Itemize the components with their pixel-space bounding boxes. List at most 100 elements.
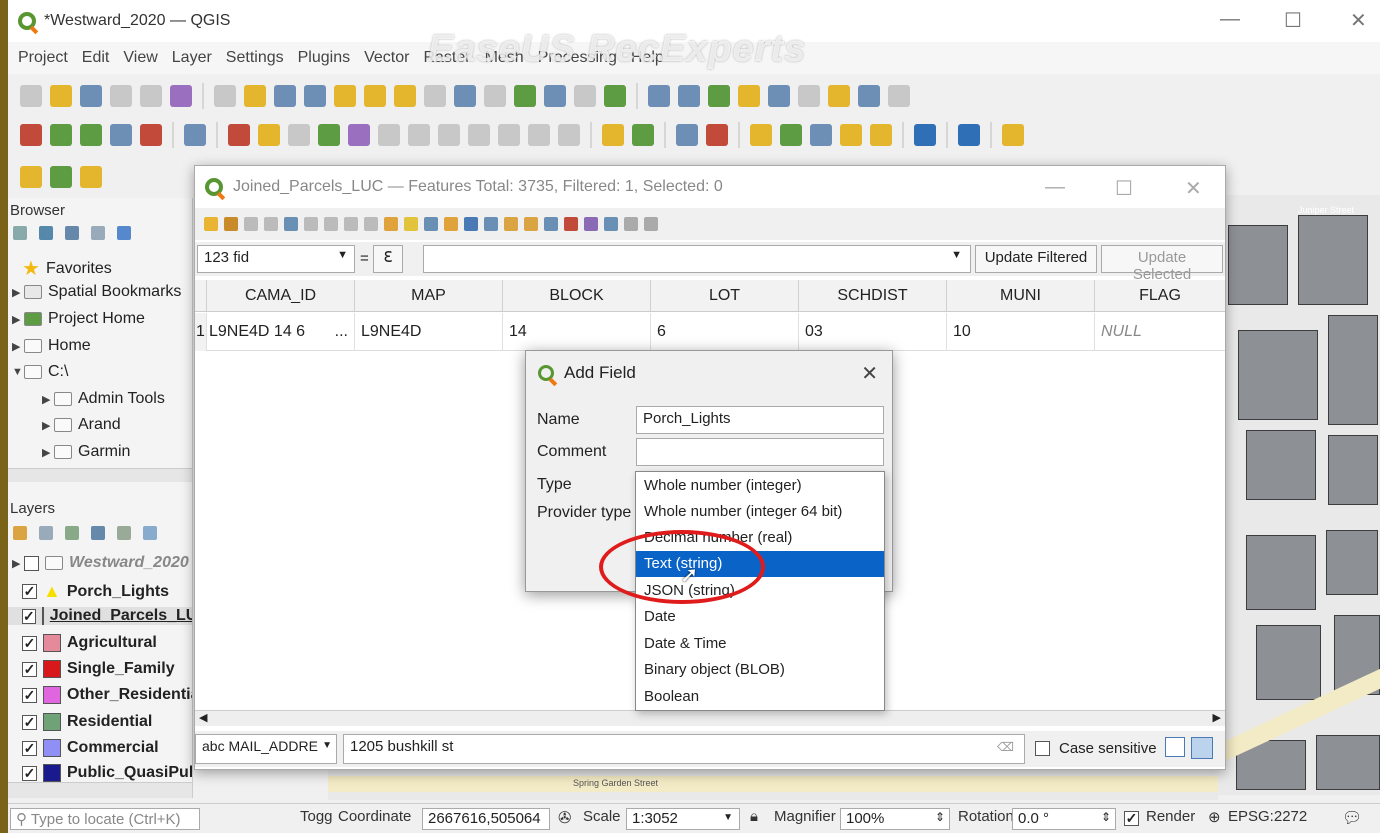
minimize-icon[interactable]: — bbox=[1045, 176, 1065, 199]
mouse-coordinate-icon[interactable]: ✇ bbox=[558, 808, 571, 828]
toggle-editing-icon[interactable] bbox=[204, 217, 218, 231]
select-by-value-icon[interactable] bbox=[50, 166, 72, 188]
change-label-icon[interactable] bbox=[810, 124, 832, 146]
pan-to-selection-icon[interactable] bbox=[244, 85, 266, 107]
type-option-datetime[interactable]: Date & Time bbox=[636, 631, 884, 657]
layer-checkbox[interactable]: ✓ bbox=[22, 608, 36, 624]
browser-item-home[interactable]: ▶ Home bbox=[12, 337, 91, 355]
field-calculator-icon[interactable] bbox=[708, 85, 730, 107]
maximize-icon[interactable]: ☐ bbox=[1284, 8, 1302, 33]
deselect-icon[interactable] bbox=[80, 166, 102, 188]
select-features-icon[interactable] bbox=[858, 85, 880, 107]
show-hide-labels-icon[interactable] bbox=[706, 124, 728, 146]
move-selection-top-icon[interactable] bbox=[484, 217, 498, 231]
style-manager-icon[interactable] bbox=[170, 85, 192, 107]
help-icon[interactable] bbox=[958, 124, 980, 146]
close-icon[interactable]: ✕ bbox=[1185, 176, 1202, 201]
table-cell[interactable]: 6 bbox=[651, 313, 799, 351]
browser-item-garmin[interactable]: ▶ Garmin bbox=[42, 443, 130, 461]
menu-plugins[interactable]: Plugins bbox=[298, 49, 350, 67]
copy-features-icon[interactable] bbox=[468, 124, 490, 146]
menu-edit[interactable]: Edit bbox=[82, 49, 110, 67]
expand-arrow-icon[interactable]: ▶ bbox=[12, 340, 24, 353]
filter-value-input[interactable]: 1205 bushkill st ⌫ bbox=[343, 734, 1025, 764]
expand-arrow-icon[interactable]: ▶ bbox=[42, 446, 54, 459]
open-attribute-table-icon[interactable] bbox=[678, 85, 700, 107]
layer-checkbox[interactable]: ✓ bbox=[22, 765, 37, 781]
close-icon[interactable]: ✕ bbox=[1350, 8, 1367, 33]
processing-toolbox-icon[interactable] bbox=[738, 85, 760, 107]
collapse-all-icon[interactable] bbox=[91, 226, 105, 240]
layer-public-quasipublic[interactable]: ✓ Public_QuasiPublic bbox=[22, 764, 192, 782]
menu-view[interactable]: View bbox=[123, 49, 157, 67]
locator-search-input[interactable]: ⚲ Type to locate (Ctrl+K) bbox=[10, 808, 200, 830]
new-3d-view-icon[interactable] bbox=[544, 85, 566, 107]
temporal-controller-icon[interactable] bbox=[574, 85, 596, 107]
new-print-layout-icon[interactable] bbox=[110, 85, 132, 107]
open-project-icon[interactable] bbox=[50, 85, 72, 107]
scroll-right-icon[interactable]: ▶ bbox=[1213, 711, 1221, 724]
actions-icon[interactable] bbox=[644, 217, 658, 231]
add-feature-icon[interactable] bbox=[318, 124, 340, 146]
table-cell[interactable]: L9NE4D 14 6 ... bbox=[207, 313, 355, 351]
pan-icon[interactable] bbox=[214, 85, 236, 107]
type-option-integer[interactable]: Whole number (integer) bbox=[636, 473, 884, 499]
layers-hscrollbar[interactable] bbox=[8, 782, 192, 798]
browser-item-favorites[interactable]: ★ Favorites bbox=[22, 256, 112, 281]
collapse-arrow-icon[interactable]: ▼ bbox=[12, 366, 24, 378]
zoom-to-selected-icon[interactable] bbox=[524, 217, 538, 231]
zoom-to-selection-icon[interactable] bbox=[364, 85, 386, 107]
update-filtered-button[interactable]: Update Filtered bbox=[975, 245, 1097, 273]
copy-icon[interactable] bbox=[344, 217, 358, 231]
table-view-icon[interactable] bbox=[1191, 737, 1213, 759]
expression-input[interactable]: ▼ bbox=[423, 245, 971, 273]
spinner-icon[interactable]: ⇕ bbox=[935, 810, 945, 824]
column-header[interactable]: SCHDIST bbox=[799, 280, 947, 312]
column-header[interactable]: MAP bbox=[355, 280, 503, 312]
delete-feature-icon[interactable] bbox=[304, 217, 318, 231]
paste-features-icon[interactable] bbox=[498, 124, 520, 146]
map-canvas-bottom[interactable]: Spring Garden Street bbox=[328, 770, 1218, 800]
layer-single-family[interactable]: ✓ Single_Family bbox=[22, 660, 175, 678]
layer-other-residential[interactable]: ✓ Other_Residential bbox=[22, 686, 192, 704]
layer-agricultural[interactable]: ✓ Agricultural bbox=[22, 634, 157, 652]
invert-selection-icon[interactable] bbox=[424, 217, 438, 231]
expression-builder-button[interactable]: ℇ bbox=[373, 245, 403, 273]
deselect-all-icon[interactable] bbox=[444, 217, 458, 231]
new-map-view-icon[interactable] bbox=[514, 85, 536, 107]
table-hscrollbar[interactable]: ◀ ▶ bbox=[195, 710, 1225, 726]
column-header[interactable]: BLOCK bbox=[503, 280, 651, 312]
refresh-icon[interactable] bbox=[39, 226, 53, 240]
delete-selected-icon[interactable] bbox=[408, 124, 430, 146]
maximize-icon[interactable]: ☐ bbox=[1115, 176, 1133, 201]
zoom-last-icon[interactable] bbox=[454, 85, 476, 107]
zoom-native-icon[interactable] bbox=[424, 85, 446, 107]
diagram-options-icon[interactable] bbox=[870, 124, 892, 146]
field-select[interactable]: 123 fid ▼ bbox=[197, 245, 355, 273]
zoom-next-icon[interactable] bbox=[484, 85, 506, 107]
edit-pencil-icon[interactable] bbox=[228, 124, 250, 146]
filter-legend-icon[interactable] bbox=[91, 526, 105, 540]
multi-edit-icon[interactable] bbox=[224, 217, 238, 231]
toggle-editing-icon[interactable] bbox=[258, 124, 280, 146]
column-header[interactable]: FLAG bbox=[1095, 280, 1225, 312]
paste-icon[interactable] bbox=[364, 217, 378, 231]
filter-field-select[interactable]: abc MAIL_ADDRE ▼ bbox=[195, 734, 337, 764]
filter-icon[interactable] bbox=[65, 226, 79, 240]
nnjoin-plugin-icon[interactable] bbox=[1002, 124, 1024, 146]
select-all-icon[interactable] bbox=[404, 217, 418, 231]
column-header[interactable]: MUNI bbox=[947, 280, 1095, 312]
table-cell[interactable]: L9NE4D bbox=[355, 313, 503, 351]
add-feature-icon[interactable] bbox=[284, 217, 298, 231]
add-group-icon[interactable] bbox=[39, 526, 53, 540]
layer-joined-parcels[interactable]: ✓ Joined_Parcels_LUC bbox=[8, 607, 192, 625]
browser-item-spatial-bookmarks[interactable]: ▶ Spatial Bookmarks bbox=[12, 283, 181, 301]
scale-select[interactable]: 1:3052 ▼ bbox=[626, 808, 740, 830]
measure-icon[interactable] bbox=[798, 85, 820, 107]
menu-vector[interactable]: Vector bbox=[364, 49, 409, 67]
map-canvas[interactable]: Juniper Street bbox=[1216, 195, 1380, 795]
column-header[interactable]: LOT bbox=[651, 280, 799, 312]
text-annotation-icon[interactable] bbox=[888, 85, 910, 107]
layer-checkbox[interactable]: ✓ bbox=[22, 740, 37, 756]
redo-icon[interactable] bbox=[558, 124, 580, 146]
